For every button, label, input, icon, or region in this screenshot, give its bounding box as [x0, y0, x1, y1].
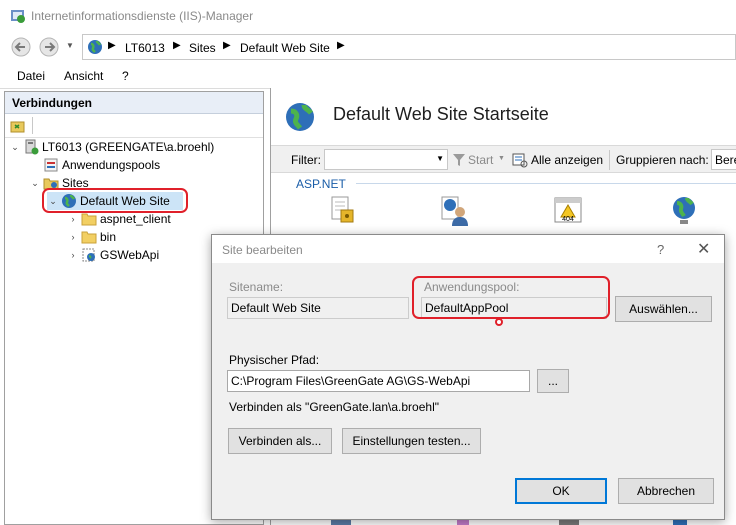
breadcrumb-separator: ▶ [223, 40, 231, 51]
connections-toolbar [5, 114, 263, 138]
breadcrumb-separator: ▶ [173, 40, 181, 51]
tree-item-server[interactable]: ⌄ LT6013 (GREENGATE\a.broehl) [9, 138, 214, 156]
start-button[interactable]: Start [468, 153, 493, 167]
section-aspnet: ASP.NET [296, 177, 346, 191]
collapse-chevron-icon[interactable]: ⌄ [9, 142, 21, 153]
tree-label: aspnet_client [100, 212, 171, 226]
physical-path-field[interactable]: C:\Program Files\GreenGate AG\GS-WebApi [227, 370, 530, 392]
funnel-icon [453, 154, 465, 166]
show-all-icon [512, 153, 528, 168]
show-all-button[interactable]: Alle anzeigen [531, 153, 603, 167]
connections-header: Verbindungen [5, 92, 263, 114]
forward-button[interactable] [36, 36, 62, 58]
back-arrow-icon [11, 37, 31, 57]
menu-ansicht[interactable]: Ansicht [64, 69, 103, 83]
highlight-apppool [412, 276, 610, 319]
filter-input[interactable]: ▼ [324, 149, 448, 170]
address-row: ▼ ▶ LT6013 ▶ Sites ▶ Default Web Site ▶ [0, 32, 736, 62]
breadcrumb-separator: ▶ [108, 40, 116, 51]
address-bar[interactable]: ▶ LT6013 ▶ Sites ▶ Default Web Site ▶ [82, 34, 736, 60]
connect-as-button[interactable]: Verbinden als... [228, 428, 332, 454]
tree-item-apppools[interactable]: Anwendungspools [29, 156, 160, 174]
group-by-value: Bere [715, 153, 736, 167]
menu-help[interactable]: ? [122, 69, 129, 83]
expand-chevron-icon[interactable]: › [67, 232, 79, 242]
physical-path-label: Physischer Pfad: [229, 353, 320, 367]
filter-bar: Filter: ▼ Start ▼ Alle anzeigen Gruppier… [271, 145, 736, 173]
highlight-default-web-site [42, 188, 188, 213]
section-rule [356, 183, 736, 184]
start-dropdown-icon[interactable]: ▼ [498, 155, 505, 162]
browse-button[interactable]: ... [537, 369, 569, 393]
tree-item-gswebapi[interactable]: › GSWebApi [67, 246, 160, 264]
user-globe-icon[interactable] [438, 194, 470, 226]
tree-label: Anwendungspools [62, 158, 161, 172]
folder-icon [81, 213, 97, 226]
menu-datei[interactable]: Datei [17, 69, 45, 83]
tree-label: GSWebApi [100, 248, 160, 262]
expand-chevron-icon[interactable]: › [67, 250, 79, 260]
collapse-chevron-icon[interactable]: ⌄ [29, 178, 41, 189]
test-settings-button[interactable]: Einstellungen testen... [342, 428, 481, 454]
connections-title: Verbindungen [12, 96, 93, 110]
cancel-button[interactable]: Abbrechen [618, 478, 714, 504]
connect-as-info: Verbinden als "GreenGate.lan\a.broehl" [229, 400, 439, 414]
tree-item-bin[interactable]: › bin [67, 228, 117, 246]
dropdown-arrow-icon: ▼ [436, 154, 444, 163]
forward-arrow-icon [39, 37, 59, 57]
apppool-icon [44, 158, 58, 172]
ok-button[interactable]: OK [515, 478, 607, 504]
page-title: Default Web Site Startseite [333, 104, 549, 124]
window-title: Internetinformationsdienste (IIS)-Manage… [31, 9, 254, 23]
breadcrumb-separator: ▶ [337, 40, 345, 51]
dialog-title-bar: Site bearbeiten ? ✕ [212, 235, 724, 263]
filter-divider [609, 150, 610, 170]
breadcrumb-site[interactable]: Default Web Site [240, 41, 330, 55]
expand-chevron-icon[interactable]: › [67, 214, 79, 224]
highlight-marker [495, 318, 503, 326]
globalization-icon[interactable] [668, 194, 700, 226]
web-application-icon [82, 248, 95, 262]
help-button[interactable]: ? [657, 242, 664, 257]
select-apppool-button[interactable]: Auswählen... [615, 296, 712, 322]
main-header: Default Web Site Startseite [271, 88, 736, 146]
filter-label: Filter: [291, 153, 321, 167]
sitename-label: Sitename: [229, 280, 284, 294]
sitename-field[interactable]: Default Web Site [227, 297, 409, 319]
globe-icon [88, 40, 102, 54]
tree-label: LT6013 (GREENGATE\a.broehl) [42, 140, 215, 154]
group-by-select[interactable]: Bere [711, 149, 736, 170]
dialog-title: Site bearbeiten [222, 243, 303, 257]
connect-icon[interactable] [10, 118, 26, 134]
error-404-icon[interactable]: 404 [552, 194, 584, 226]
globe-icon [286, 103, 314, 131]
svg-text:404: 404 [562, 216, 574, 223]
history-dropdown-icon[interactable]: ▼ [66, 41, 74, 50]
breadcrumb-server[interactable]: LT6013 [125, 41, 165, 55]
breadcrumb-sites[interactable]: Sites [189, 41, 216, 55]
title-bar: Internetinformationsdienste (IIS)-Manage… [0, 0, 736, 32]
group-by-label: Gruppieren nach: [616, 153, 709, 167]
close-icon[interactable]: ✕ [697, 239, 710, 259]
server-icon [25, 139, 39, 155]
back-button[interactable] [8, 36, 34, 58]
tree-label: bin [100, 230, 117, 244]
menu-bar: Datei Ansicht ? [0, 62, 736, 89]
toolbar-divider [32, 117, 33, 134]
iis-app-icon [11, 10, 25, 23]
folder-icon [81, 231, 97, 244]
authorization-icon[interactable] [326, 194, 358, 226]
